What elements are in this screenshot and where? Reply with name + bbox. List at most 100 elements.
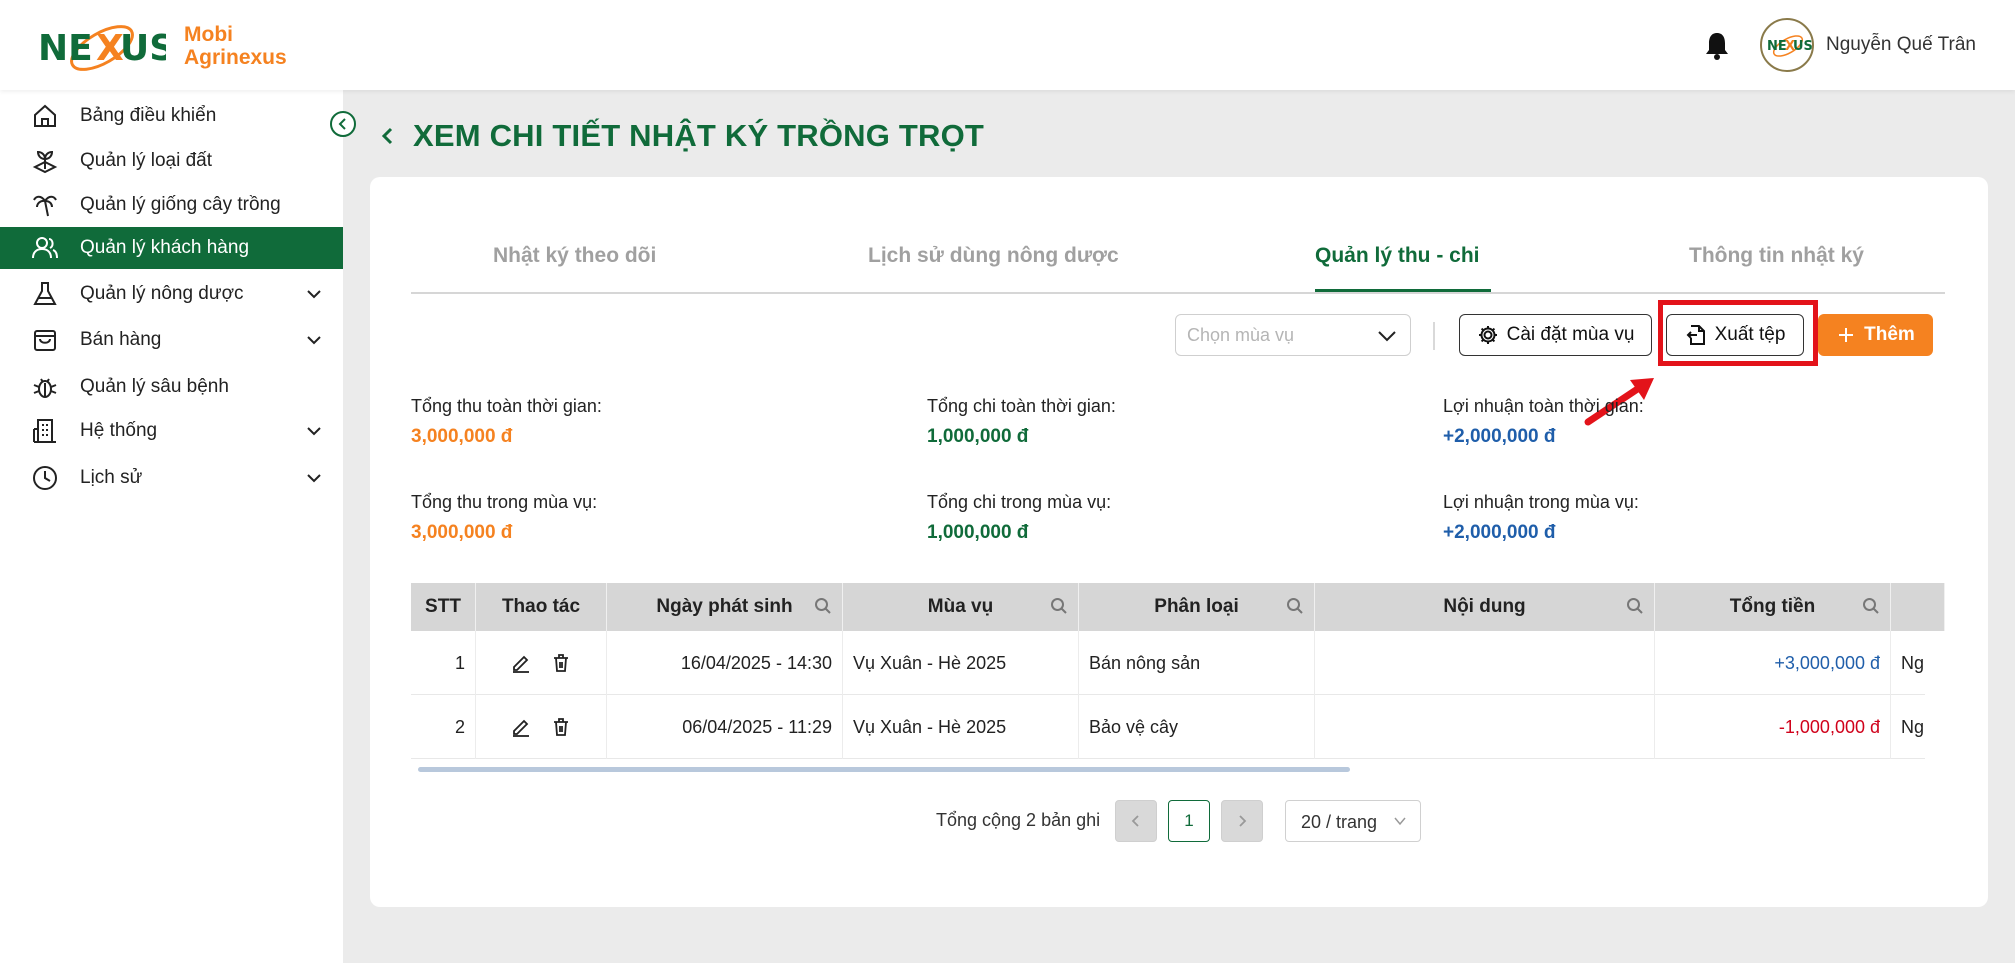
page-size-select[interactable]: 20 / trang	[1285, 800, 1421, 842]
sidebar-item-customers[interactable]: Quản lý khách hàng	[0, 227, 343, 269]
column-header-total: Tổng tiền	[1655, 583, 1891, 631]
home-icon	[34, 104, 56, 127]
users-icon	[32, 237, 58, 259]
cell-total-negative: -1,000,000 đ	[1655, 695, 1891, 759]
table-row: 2 06/04/2025 - 11:29 Vụ Xuân - Hè 2025 B…	[411, 695, 1925, 759]
search-icon[interactable]	[1050, 597, 1068, 615]
pagination-page-current[interactable]: 1	[1168, 800, 1210, 842]
sidebar-item-label: Bán hàng	[80, 329, 162, 350]
tab-tracking-log[interactable]: Nhật ký theo dõi	[493, 244, 656, 268]
search-icon[interactable]	[1286, 597, 1304, 615]
cell-season: Vụ Xuân - Hè 2025	[843, 631, 1079, 695]
edit-icon[interactable]	[510, 716, 532, 738]
brand-name-line1: Mobi	[184, 23, 233, 46]
sidebar-item-crop-varieties[interactable]: Quản lý giống cây trồng	[0, 184, 343, 226]
column-header-label: Phân loại	[1154, 596, 1239, 617]
total-expense-all-value: 1,000,000 đ	[927, 426, 1029, 447]
back-chevron-icon[interactable]	[377, 125, 399, 147]
table-horizontal-scrollbar[interactable]	[418, 767, 1350, 772]
brand-logo[interactable]: NE X US Mobi Agrinexus	[36, 14, 287, 78]
cell-extra: Ng	[1901, 652, 1925, 673]
column-header-label: Mùa vụ	[927, 596, 994, 617]
sidebar-item-label: Bảng điều khiển	[80, 105, 217, 126]
clock-icon	[33, 466, 57, 490]
tab-pesticide-history[interactable]: Lịch sử dùng nông dược	[868, 244, 1119, 268]
column-header-category: Phân loại	[1079, 583, 1315, 631]
season-select[interactable]: Chọn mùa vụ	[1175, 314, 1411, 356]
user-name[interactable]: Nguyễn Quế Trân	[1826, 34, 1976, 56]
sidebar-item-pests[interactable]: Quản lý sâu bệnh	[0, 366, 343, 408]
profit-season-label: Lợi nhuận trong mùa vụ:	[1443, 492, 1639, 512]
chevron-down-icon	[1378, 331, 1396, 342]
flask-icon	[33, 282, 57, 305]
pagination-total: Tổng cộng 2 bản ghi	[936, 810, 1101, 830]
sidebar-item-history[interactable]: Lịch sử	[0, 457, 343, 499]
profit-all-label: Lợi nhuận toàn thời gian:	[1443, 396, 1644, 416]
svg-text:NE: NE	[1767, 39, 1787, 54]
tab-income-expense[interactable]: Quản lý thu - chi	[1315, 244, 1480, 268]
cell-date: 16/04/2025 - 14:30	[607, 631, 843, 695]
trash-icon[interactable]	[550, 716, 572, 738]
bug-icon	[33, 378, 57, 398]
sidebar-item-dashboard[interactable]: Bảng điều khiển	[0, 95, 343, 137]
chevron-left-icon	[1131, 815, 1139, 827]
season-settings-button[interactable]: Cài đặt mùa vụ	[1459, 314, 1652, 356]
cell-season: Vụ Xuân - Hè 2025	[843, 695, 1079, 759]
palm-tree-icon	[33, 195, 57, 217]
chevron-down-icon	[307, 427, 321, 436]
sidebar-item-label: Lịch sử	[80, 467, 143, 488]
total-income-all-label: Tổng thu toàn thời gian:	[411, 396, 602, 416]
trash-icon[interactable]	[550, 652, 572, 674]
pagination-prev-button[interactable]	[1115, 800, 1157, 842]
column-header-extra	[1891, 583, 1945, 631]
column-header-season: Mùa vụ	[843, 583, 1079, 631]
sidebar-item-label: Quản lý giống cây trồng	[80, 194, 281, 215]
search-icon[interactable]	[1626, 597, 1644, 615]
add-button[interactable]: Thêm	[1818, 314, 1933, 356]
cell-total-positive: +3,000,000 đ	[1655, 631, 1891, 695]
total-expense-all-label: Tổng chi toàn thời gian:	[927, 396, 1116, 416]
page-title: XEM CHI TIẾT NHẬT KÝ TRỒNG TRỌT	[413, 118, 985, 153]
plus-icon	[1839, 328, 1854, 342]
column-header-actions: Thao tác	[476, 583, 607, 631]
sidebar-item-pesticides[interactable]: Quản lý nông dược	[0, 273, 343, 315]
brand-name: Mobi Agrinexus	[184, 23, 287, 69]
sidebar-item-label: Quản lý loại đất	[80, 150, 213, 171]
cell-stt: 2	[411, 695, 476, 759]
notification-bell-icon[interactable]	[1703, 30, 1731, 60]
chevron-left-icon	[338, 118, 346, 130]
nexus-logo-mark: NE X US	[36, 14, 175, 78]
svg-text:US: US	[120, 28, 166, 69]
shopping-bag-icon	[34, 330, 56, 351]
tab-log-info[interactable]: Thông tin nhật ký	[1689, 244, 1864, 268]
svg-text:US: US	[1793, 39, 1812, 54]
search-icon[interactable]	[1862, 597, 1880, 615]
tab-bar: Nhật ký theo dõi Lịch sử dùng nông dược …	[411, 232, 1945, 294]
chevron-down-icon	[1394, 817, 1406, 826]
avatar[interactable]: NE X US	[1760, 18, 1814, 72]
sidebar-item-label: Quản lý sâu bệnh	[80, 376, 229, 397]
column-header-label: Tổng tiền	[1729, 596, 1816, 617]
sidebar-item-label: Hệ thống	[80, 420, 158, 441]
chevron-down-icon	[307, 474, 321, 483]
brand-name-line2: Agrinexus	[184, 46, 287, 69]
sidebar-collapse-button[interactable]	[330, 111, 356, 137]
sidebar-item-soil-types[interactable]: Quản lý loại đất	[0, 140, 343, 182]
search-icon[interactable]	[814, 597, 832, 615]
total-income-all-value: 3,000,000 đ	[411, 426, 513, 447]
pagination-next-button[interactable]	[1221, 800, 1263, 842]
active-tab-indicator	[1315, 289, 1491, 292]
cell-content	[1315, 695, 1655, 759]
chevron-right-icon	[1239, 815, 1247, 827]
cell-date: 06/04/2025 - 11:29	[607, 695, 843, 759]
column-header-label: Thao tác	[501, 596, 581, 617]
edit-icon[interactable]	[510, 652, 532, 674]
column-header-stt: STT	[411, 583, 476, 631]
profit-all-value: +2,000,000 đ	[1443, 426, 1556, 447]
sidebar-item-system[interactable]: Hệ thống	[0, 410, 343, 452]
sidebar-item-sales[interactable]: Bán hàng	[0, 319, 343, 361]
season-select-placeholder: Chọn mùa vụ	[1187, 325, 1295, 345]
page-header: XEM CHI TIẾT NHẬT KÝ TRỒNG TRỌT	[377, 118, 984, 154]
soil-icon	[32, 150, 58, 174]
cell-actions	[476, 695, 607, 759]
